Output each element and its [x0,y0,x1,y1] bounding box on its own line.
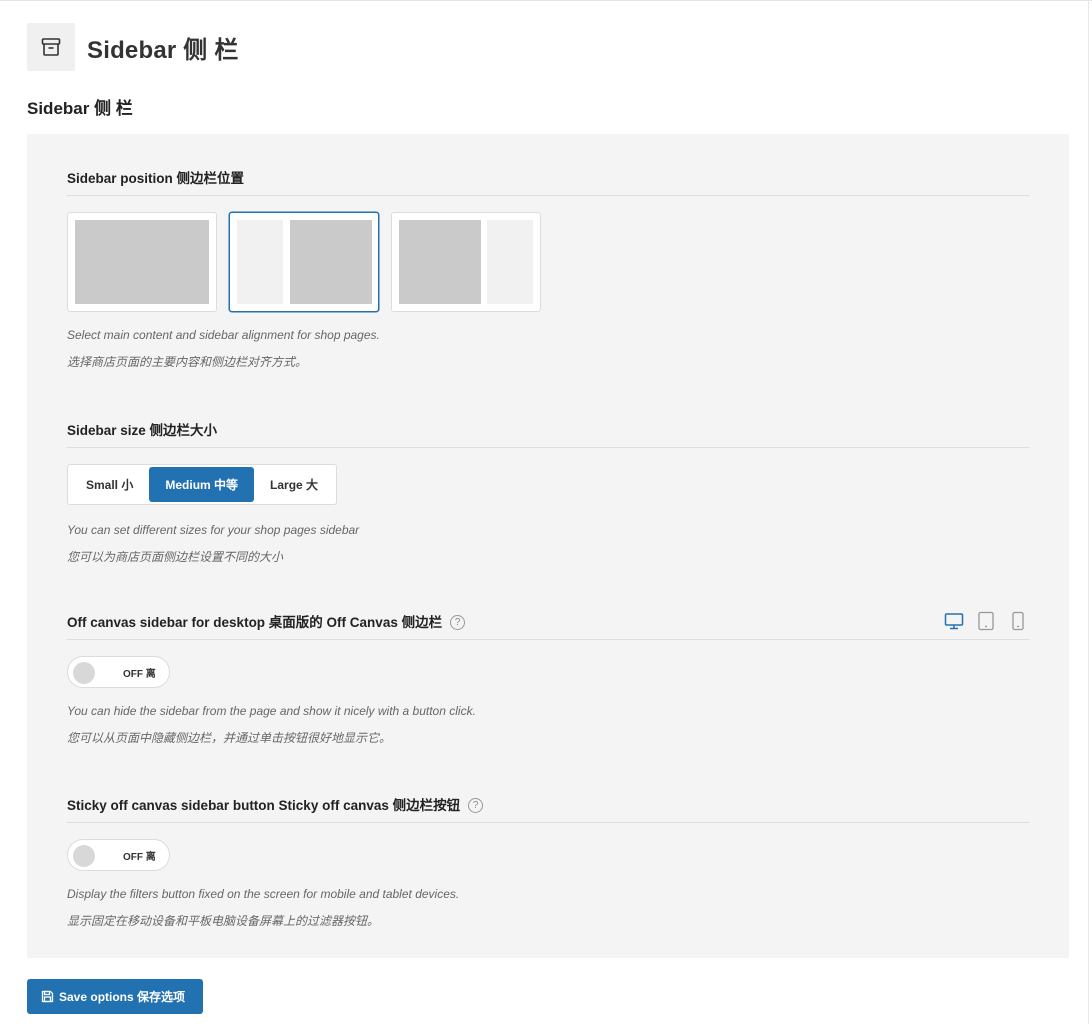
toggle-knob [73,845,95,867]
sidebar-position-description-zh: 选择商店页面的主要内容和侧边栏对齐方式。 [67,355,308,369]
sidebar-size-description-en: You can set different sizes for your sho… [67,523,360,537]
sidebar-position-label: Sidebar position 侧边栏位置 [67,168,1029,196]
tablet-icon[interactable] [975,610,997,632]
size-option-large[interactable]: Large 大 [254,467,334,502]
sidebar-position-options [67,212,1029,312]
offcanvas-sidebar-label-text: Off canvas sidebar for desktop 桌面版的 Off … [67,614,443,630]
sticky-offcanvas-description-en: Display the filters button fixed on the … [67,887,460,901]
offcanvas-toggle[interactable]: OFF 离 [67,656,170,688]
sidebar-position-label-text: Sidebar position 侧边栏位置 [67,170,245,186]
sidebar-block [487,220,533,304]
settings-panel: Sidebar position 侧边栏位置 Select main conte… [27,134,1069,958]
save-options-button[interactable]: Save options 保存选项 [27,979,203,1014]
offcanvas-sidebar-field: Off canvas sidebar for desktop 桌面版的 Off … [67,610,1029,752]
sidebar-position-field: Sidebar position 侧边栏位置 Select main conte… [67,168,1029,376]
sidebar-size-label: Sidebar size 侧边栏大小 [67,420,1029,448]
sidebar-size-label-text: Sidebar size 侧边栏大小 [67,422,218,438]
sticky-offcanvas-field: Sticky off canvas sidebar button Sticky … [67,795,1029,935]
sticky-offcanvas-label: Sticky off canvas sidebar button Sticky … [67,795,1029,823]
sidebar-size-description-zh: 您可以为商店页面侧边栏设置不同的大小 [67,550,284,564]
toggle-state-label: OFF 离 [123,668,156,680]
desktop-icon[interactable] [943,610,965,632]
sidebar-size-field: Sidebar size 侧边栏大小 Small 小 Medium 中等 Lar… [67,420,1029,571]
toggle-knob [73,662,95,684]
main-content-block [75,220,209,304]
sidebar-position-description-en: Select main content and sidebar alignmen… [67,328,380,342]
toggle-state-label: OFF 离 [123,851,156,863]
section-title: Sidebar 侧 栏 [27,99,133,118]
position-option-right-sidebar[interactable] [391,212,541,312]
device-switcher [943,610,1029,632]
position-option-left-sidebar[interactable] [229,212,379,312]
sidebar-block [237,220,283,304]
help-icon[interactable]: ? [450,615,466,630]
offcanvas-description-en: You can hide the sidebar from the page a… [67,704,476,718]
page-header: Sidebar 侧 栏 [27,23,239,71]
mobile-icon[interactable] [1007,610,1029,632]
position-option-no-sidebar[interactable] [67,212,217,312]
main-content-block [290,220,372,304]
offcanvas-sidebar-label: Off canvas sidebar for desktop 桌面版的 Off … [67,610,1029,640]
sticky-offcanvas-label-text: Sticky off canvas sidebar button Sticky … [67,797,461,813]
sidebar-size-segmented-control: Small 小 Medium 中等 Large 大 [67,464,338,505]
size-option-medium[interactable]: Medium 中等 [149,467,255,502]
save-options-label: Save options 保存选项 [59,990,186,1004]
sticky-offcanvas-description-zh: 显示固定在移动设备和平板电脑设备屏幕上的过滤器按钮。 [67,914,380,928]
top-border [0,0,1092,1]
save-icon [41,990,54,1003]
page-title: Sidebar 侧 栏 [87,36,239,64]
archive-box-icon [27,23,75,71]
right-border [1088,0,1089,1024]
help-icon[interactable]: ? [468,798,484,813]
offcanvas-description-zh: 您可以从页面中隐藏侧边栏，并通过单击按钮很好地显示它。 [67,731,392,745]
main-content-block [399,220,481,304]
sticky-offcanvas-toggle[interactable]: OFF 离 [67,839,170,871]
size-option-small[interactable]: Small 小 [70,467,149,502]
